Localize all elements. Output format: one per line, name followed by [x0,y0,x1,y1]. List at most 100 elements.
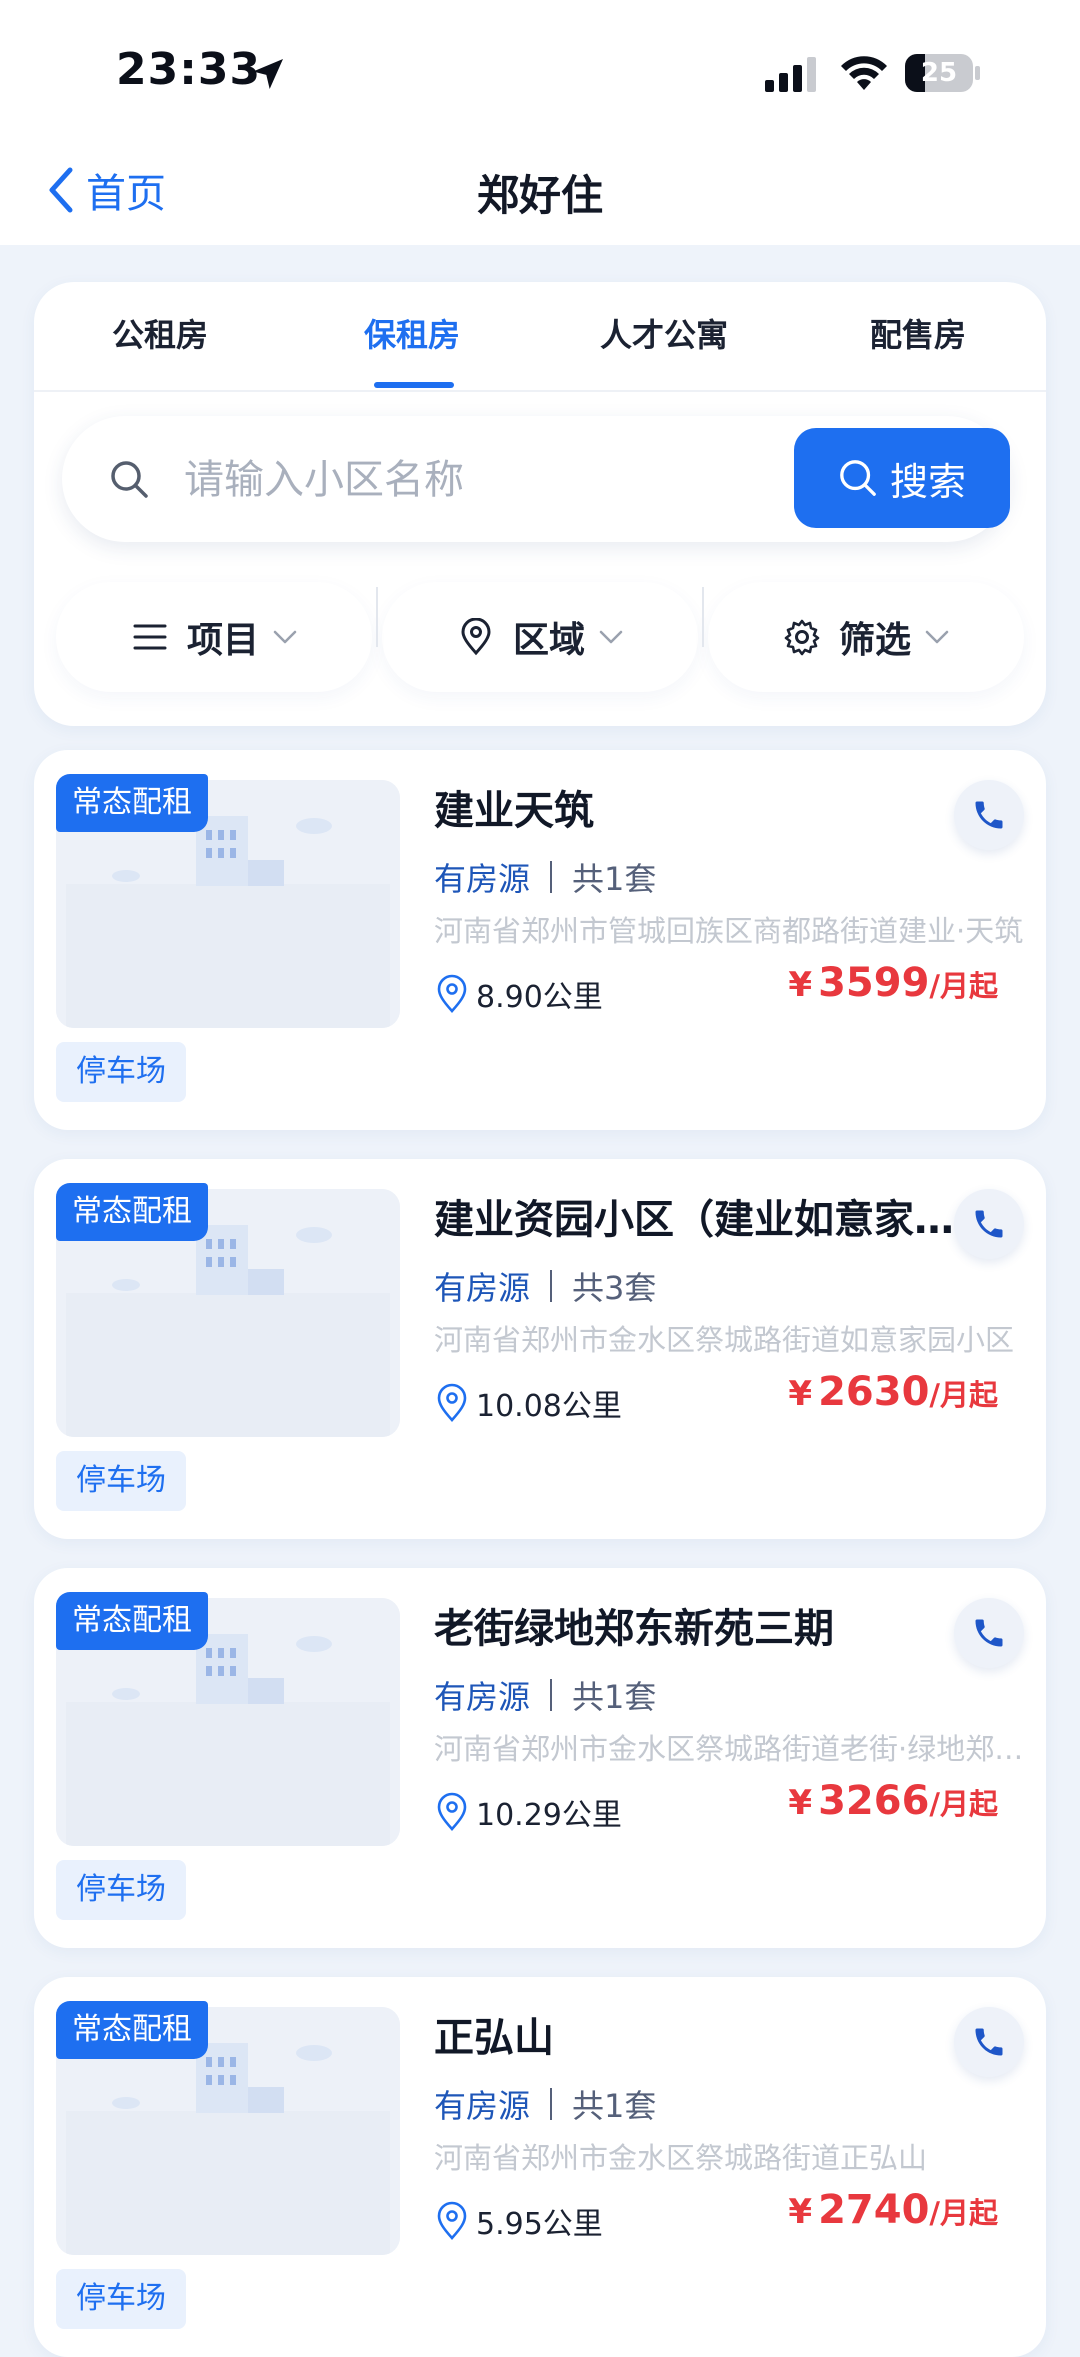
filter-region[interactable]: 区域 [382,582,698,692]
search-panel: 公租房 保租房 人才公寓 配售房 搜索 项目 区域 筛选 [34,282,1046,726]
call-button[interactable] [954,2007,1024,2077]
listing-address: 河南省郑州市管城回族区商都路街道建业·天筑 [434,914,1024,948]
listing-distance: 10.29公里 [434,1790,622,1834]
call-button[interactable] [954,780,1024,850]
status-time: 23:33 [116,44,262,95]
search-bar: 搜索 [62,416,1010,542]
price-amount: 3266 [818,1778,930,1824]
filter-project[interactable]: 项目 [56,582,372,692]
tab-allotted-sale[interactable]: 配售房 [870,310,966,356]
list-icon [133,624,167,650]
unit-count: 共3套 [572,1269,657,1307]
phone-icon [975,1210,1003,1238]
listing-card[interactable]: 常态配租 正弘山 有房源 共1套 河南省郑州市金水区祭城路街道正弘山 5.95公… [34,1977,1046,2357]
battery-level: 25 [920,58,958,88]
listing-availability: 有房源 共1套 [434,1672,656,1718]
listing-price: ¥ 2740 /月起 [788,2187,998,2233]
listing-card[interactable]: 常态配租 建业资园小区（建业如意家园） 有房源 共3套 河南省郑州市金水区祭城路… [34,1159,1046,1539]
listing-address: 河南省郑州市金水区祭城路街道如意家园小区 [434,1323,1015,1357]
listing-type-badge: 常态配租 [56,774,208,832]
distance-value: 8.90公里 [476,980,603,1015]
listing-availability: 有房源 共3套 [434,1263,656,1309]
location-pin-icon [437,1792,467,1831]
filter-divider [702,587,704,647]
chevron-down-icon [925,630,949,644]
call-button[interactable] [954,1189,1024,1259]
nav-bar: 首页 郑好住 [0,140,1080,245]
listing-card[interactable]: 常态配租 建业天筑 有房源 共1套 河南省郑州市管城回族区商都路街道建业·天筑 … [34,750,1046,1130]
search-button-label: 搜索 [889,459,966,504]
search-icon [111,461,148,498]
amenity-tag: 停车场 [56,1042,186,1102]
availability-status: 有房源 [434,1678,531,1716]
listing-availability: 有房源 共1套 [434,854,656,900]
price-amount: 3599 [818,960,930,1006]
price-unit: /月起 [929,2196,998,2230]
filter-more[interactable]: 筛选 [708,582,1024,692]
listing-price: ¥ 3266 /月起 [788,1778,998,1824]
currency-symbol: ¥ [788,2192,813,2232]
tab-bar: 公租房 保租房 人才公寓 配售房 [34,282,1046,392]
unit-count: 共1套 [572,1678,657,1716]
phone-icon [975,801,1003,829]
price-unit: /月起 [929,1378,998,1412]
location-pin-icon [437,974,467,1013]
price-unit: /月起 [929,969,998,1003]
distance-value: 10.29公里 [476,1798,622,1833]
listing-price: ¥ 2630 /月起 [788,1369,998,1415]
location-pin-icon [437,1383,467,1422]
tab-affordable-rental[interactable]: 保租房 [364,310,460,356]
location-arrow-icon [253,59,283,89]
price-unit: /月起 [929,1787,998,1821]
listing-price: ¥ 3599 /月起 [788,960,998,1006]
currency-symbol: ¥ [788,1374,813,1414]
location-pin-icon [437,2201,467,2240]
tab-public-rental[interactable]: 公租房 [112,310,208,356]
currency-symbol: ¥ [788,965,813,1005]
availability-status: 有房源 [434,860,531,898]
filter-bar: 项目 区域 筛选 [34,582,1046,692]
search-input[interactable] [182,446,746,514]
listing-title: 建业天筑 [434,788,594,834]
filter-region-label: 区域 [512,620,585,661]
listing-availability: 有房源 共1套 [434,2081,656,2127]
call-button[interactable] [954,1598,1024,1668]
listing-card[interactable]: 常态配租 老街绿地郑东新苑三期 有房源 共1套 河南省郑州市金水区祭城路街道老街… [34,1568,1046,1948]
tab-talent-apartment[interactable]: 人才公寓 [600,310,728,356]
availability-status: 有房源 [434,2087,531,2125]
listing-distance: 8.90公里 [434,972,603,1016]
listing-type-badge: 常态配租 [56,1592,208,1650]
price-amount: 2630 [818,1369,930,1415]
cellular-signal-icon [765,57,816,92]
amenity-tag: 停车场 [56,1860,186,1920]
unit-count: 共1套 [572,2087,657,2125]
listing-address: 河南省郑州市金水区祭城路街道老街·绿地郑东新苑 [434,1732,1024,1766]
search-icon [840,460,876,496]
amenity-tag: 停车场 [56,1451,186,1511]
wifi-icon [841,56,887,90]
filter-project-label: 项目 [186,620,259,661]
listing-title: 老街绿地郑东新苑三期 [434,1606,834,1652]
location-pin-icon [461,618,491,656]
listing-distance: 5.95公里 [434,2199,603,2243]
amenity-tag: 停车场 [56,2269,186,2329]
page-title: 郑好住 [476,171,603,220]
filter-more-label: 筛选 [838,620,911,661]
listing-address: 河南省郑州市金水区祭城路街道正弘山 [434,2141,928,2175]
listing-distance: 10.08公里 [434,1381,622,1425]
active-tab-indicator [374,382,454,388]
listing-title: 建业资园小区（建业如意家园） [434,1197,954,1243]
battery-icon: 25 [905,54,981,94]
unit-count: 共1套 [572,860,657,898]
phone-icon [975,2028,1003,2056]
listing-title: 正弘山 [434,2015,554,2061]
listing-type-badge: 常态配租 [56,2001,208,2059]
distance-value: 10.08公里 [476,1389,622,1424]
status-bar: 23:33 25 [0,0,1080,140]
chevron-down-icon [599,630,623,644]
gear-icon [784,619,820,656]
currency-symbol: ¥ [788,1783,813,1823]
distance-value: 5.95公里 [476,2207,603,2242]
price-amount: 2740 [818,2187,930,2233]
search-button[interactable]: 搜索 [794,428,1010,528]
